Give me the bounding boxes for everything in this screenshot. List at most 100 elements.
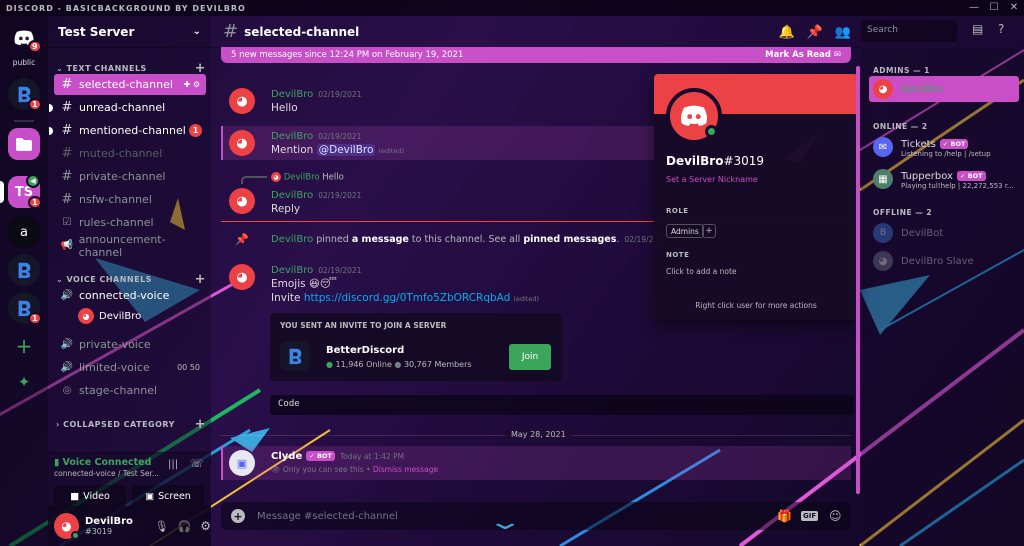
add-role-button[interactable]: + [702,224,716,238]
profile-avatar[interactable] [666,88,722,144]
search-input[interactable]: Search [861,20,957,42]
microphone-icon[interactable]: 🎙 [155,520,169,533]
locked-hash-icon: # [61,169,73,184]
server-badge: 1 [28,196,42,209]
author-avatar[interactable]: ◕ [229,188,255,214]
user-mention[interactable]: @DevilBro [316,144,376,156]
message-input[interactable]: Message #selected-channel [257,511,398,522]
channel-name: selected-channel [79,78,173,91]
voice-status-text: Voice Connected [62,457,152,468]
member-tupperbox[interactable]: ▦ Tupperbox ✓ BOT Playing tul!help | 22,2… [869,164,1019,194]
note-input[interactable]: Click to add a note [666,267,737,276]
maximize-icon[interactable]: ☐ [984,0,1004,16]
channel-unread[interactable]: # unread-channel [49,97,206,118]
headphones-icon[interactable]: 🎧 [178,520,192,533]
gift-icon[interactable]: 🎁 [777,509,792,523]
channel-nsfw[interactable]: # nsfw-channel [54,189,206,210]
member-devilbot[interactable]: B DevilBot [869,220,1019,246]
voice-user[interactable]: ◕ DevilBro [78,308,141,324]
voice-channel-private[interactable]: 🔊 private-voice [54,334,206,355]
invite-gear-icons[interactable]: ✚ ⚙ [184,80,200,89]
member-devilbro-slave[interactable]: ◕ DevilBro Slave [869,248,1019,274]
clyde-avatar[interactable]: ▣ [229,450,255,476]
speaker-icon: 🔊 [60,362,74,373]
new-messages-bar[interactable]: 5 new messages since 12:24 PM on Februar… [221,47,851,63]
inbox-icon[interactable]: ▤ [972,22,983,36]
dismiss-message-link[interactable]: Dismiss message [373,465,438,474]
author-name[interactable]: DevilBro [271,190,313,201]
member-devilbro[interactable]: ◕ DevilBro [869,76,1019,102]
mark-as-read-button[interactable]: Mark As Read ✉ [765,50,841,60]
voice-location[interactable]: connected-voice / Test Ser... [54,469,159,478]
invite-link[interactable]: https://discord.gg/0Tmfo5ZbORCRqbAd [304,292,511,304]
category-collapsed[interactable]: › COLLAPSED CATEGORY + [56,417,206,432]
notification-bell-icon[interactable]: 🔔 [778,25,794,40]
category-label: TEXT CHANNELS [66,64,147,73]
server-name: Test Server [58,24,135,39]
server-icon-test-server[interactable]: TS ◀ 1 [8,174,42,209]
system-text: to this channel. See all [408,234,524,245]
author-name[interactable]: Clyde [271,451,302,462]
voice-channel-limited[interactable]: 🔊 limited-voice 00 50 [54,357,206,378]
gif-button[interactable]: GIF [801,511,819,521]
box-icon: ▦ [878,173,888,185]
author-name[interactable]: DevilBro [271,234,313,245]
settings-gear-icon[interactable]: ⚙ [200,519,211,533]
user-avatar[interactable]: ◕ [54,513,80,540]
video-button[interactable]: ■ Video [54,485,126,507]
channel-selected[interactable]: # selected-channel ✚ ⚙ [54,74,206,95]
add-channel-icon[interactable]: + [195,417,206,432]
channel-rules[interactable]: ☑ rules-channel [54,212,206,233]
invite-server-icon[interactable] [280,341,310,371]
message-composer[interactable]: + Message #selected-channel 🎁 GIF ☺ [221,502,851,530]
channel-announcement[interactable]: 📢 announcement-channel [54,233,206,259]
user-info[interactable]: DevilBro #3019 [85,516,145,536]
author-avatar[interactable]: ◕ [229,130,255,156]
author-name[interactable]: DevilBro [271,131,313,142]
minimize-icon[interactable]: — [964,0,984,16]
channel-mentioned[interactable]: # mentioned-channel 1 [49,120,206,141]
set-nickname-link[interactable]: Set a Server Nickname [666,175,758,184]
noise-suppression-icon[interactable]: ||| [168,459,178,470]
home-button[interactable]: 9 [8,22,42,54]
voice-status: ▮ Voice Connected [54,457,151,468]
discord-logo-icon: ◕ [878,255,888,267]
message-clyde[interactable]: ▣ Clyde ✓ BOT Today at 1:42 PM 👁 Only you … [221,446,851,480]
author-name[interactable]: DevilBro [271,265,313,276]
server-icon-bd2[interactable] [8,254,40,286]
screen-share-button[interactable]: ▣ Screen [132,485,204,507]
hash-icon: # [223,21,239,42]
server-icon-bd3[interactable]: 1 [8,292,42,325]
author-avatar[interactable]: ◕ [229,264,255,290]
server-header[interactable]: Test Server ⌄ [48,16,211,48]
voice-channel-connected[interactable]: 🔊 connected-voice [54,285,206,306]
author-name[interactable]: DevilBro [271,89,313,100]
role-pill[interactable]: Admins [666,224,704,238]
author-avatar[interactable]: ◕ [229,88,255,114]
emoji-icon[interactable]: ☺ [829,509,842,523]
stage-channel[interactable]: ◎ stage-channel [54,380,206,401]
channel-name: unread-channel [79,101,166,114]
channel-private[interactable]: # private-channel [54,166,206,187]
member-tickets[interactable]: ✉ Tickets ✓ BOT Listening to /help | /set… [869,132,1019,162]
help-icon[interactable]: ? [998,22,1004,36]
invite-server-name[interactable]: BetterDiscord [326,345,404,356]
disconnect-icon[interactable]: ☏ [190,457,204,470]
member-list-icon[interactable]: 👥 [835,25,851,40]
chat-scrollbar[interactable] [856,66,860,494]
close-icon[interactable]: ✕ [1004,0,1024,16]
pinned-messages-link[interactable]: pinned messages [523,234,616,245]
reply-preview[interactable]: ◕ DevilBro Hello [271,172,344,183]
folder-icon[interactable] [8,128,40,160]
pinned-message-link[interactable]: a message [352,234,409,245]
join-button[interactable]: Join [509,344,551,370]
pin-icon[interactable]: 📌 [807,25,823,40]
bot-tag: ✓ BOT [939,138,969,149]
server-icon-bd1[interactable]: 1 [8,78,42,111]
channel-muted[interactable]: # muted-channel [54,143,206,164]
explore-servers-icon[interactable]: ✦ [8,366,40,398]
attach-plus-icon[interactable]: + [231,509,245,523]
server-icon-a[interactable]: a [8,216,40,248]
member-list: ADMINS — 1 ◕ DevilBro ONLINE — 2 ✉ Ticke… [861,48,1024,546]
add-server-icon[interactable]: + [8,330,40,362]
